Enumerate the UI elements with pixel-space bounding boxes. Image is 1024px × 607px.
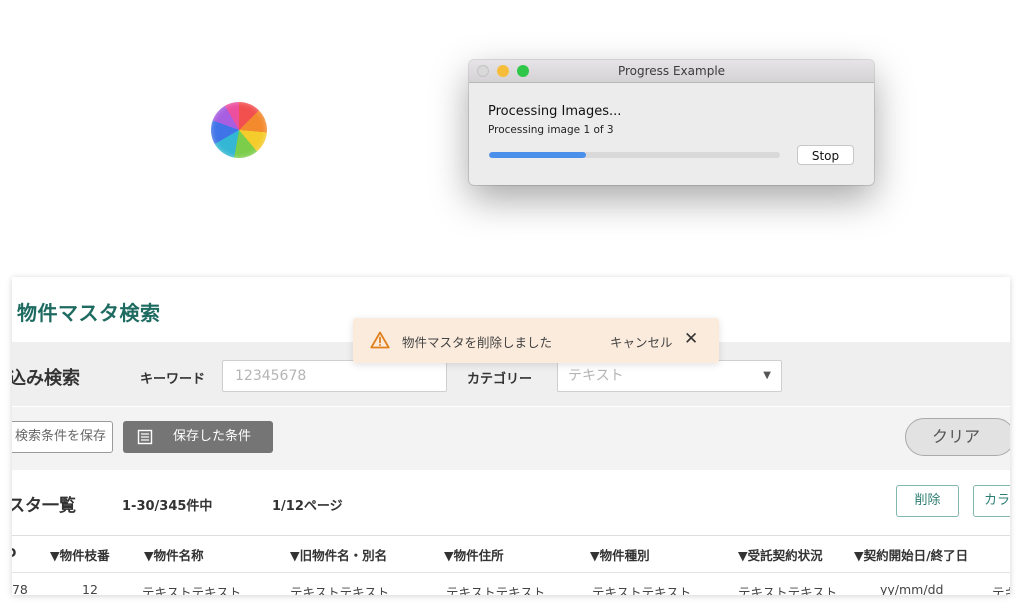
spinning-wheel-icon <box>211 102 267 158</box>
saved-conditions-label: 保存した条件 <box>173 429 252 444</box>
clear-button[interactable]: クリア <box>905 418 1010 456</box>
table-cell-contract-dates: yy/mm/dd <box>880 582 944 595</box>
category-select[interactable]: テキスト ▼ <box>557 360 782 392</box>
window-title: Progress Example <box>617 64 726 78</box>
table-cell-contract-status: テキストテキスト <box>738 585 838 595</box>
progress-status: Processing image 1 of 3 <box>488 124 614 136</box>
chevron-down-icon: ▼ <box>763 370 771 381</box>
stop-button[interactable]: Stop <box>797 145 854 165</box>
deletion-toast: 物件マスタを削除しました キャンセル ✕ <box>353 318 719 363</box>
table-cell-branch: 12 <box>82 582 98 595</box>
save-conditions-button[interactable]: 検索条件を保存 <box>12 421 113 453</box>
table-cell-name: テキストテキスト <box>142 585 242 595</box>
column-header-contract-status[interactable]: ▼受託契約状況 <box>738 545 823 564</box>
toast-message: 物件マスタを削除しました <box>402 335 553 350</box>
column-header-contract-dates[interactable]: ▼契約開始日/終了日 <box>854 545 968 564</box>
page-indicator: 1/12ページ <box>272 499 343 514</box>
document-icon <box>137 429 153 445</box>
category-placeholder: テキスト <box>568 368 624 384</box>
keyword-label: キーワード <box>140 372 206 387</box>
saved-conditions-button[interactable]: 保存した条件 <box>123 421 273 453</box>
list-heading: スタ一覧 <box>12 496 76 516</box>
progress-heading: Processing Images... <box>488 104 622 119</box>
table-cell-extra: テキ <box>992 585 1010 595</box>
column-header-old-name[interactable]: ▼旧物件名・別名 <box>290 545 387 564</box>
window-titlebar[interactable]: Progress Example <box>469 60 874 83</box>
progress-window: Progress Example Processing Images... Pr… <box>469 60 874 185</box>
progress-bar <box>489 152 780 158</box>
table-cell-type: テキストテキスト <box>592 585 692 595</box>
category-label: カテゴリー <box>467 372 533 387</box>
table-cell-old-name: テキストテキスト <box>290 585 390 595</box>
table-cell-address: テキストテキスト <box>446 585 546 595</box>
table-row-divider <box>12 572 1010 573</box>
column-header-name[interactable]: ▼物件名称 <box>144 545 204 564</box>
toast-cancel-link[interactable]: キャンセル <box>610 332 673 351</box>
columns-button[interactable]: カラ <box>973 485 1010 517</box>
column-header-id[interactable]: D <box>12 545 16 560</box>
page-title: 物件マスタ検索 <box>17 301 161 325</box>
table-header-divider <box>12 535 1010 536</box>
close-icon[interactable]: ✕ <box>684 329 698 349</box>
result-range: 1-30/345件中 <box>122 499 213 514</box>
column-header-branch[interactable]: ▼物件枝番 <box>50 545 110 564</box>
keyword-placeholder: 12345678 <box>235 368 307 384</box>
progress-bar-fill <box>489 152 586 158</box>
actions-section: 検索条件を保存 保存した条件 クリア <box>12 407 1010 470</box>
warning-icon <box>370 331 390 349</box>
table-cell-id: 678 <box>12 582 28 595</box>
column-header-type[interactable]: ▼物件種別 <box>590 545 650 564</box>
delete-button[interactable]: 削除 <box>896 485 959 517</box>
column-header-address[interactable]: ▼物件住所 <box>444 545 504 564</box>
filter-heading: 込み検索 <box>12 368 80 389</box>
keyword-input[interactable]: 12345678 <box>222 360 447 392</box>
